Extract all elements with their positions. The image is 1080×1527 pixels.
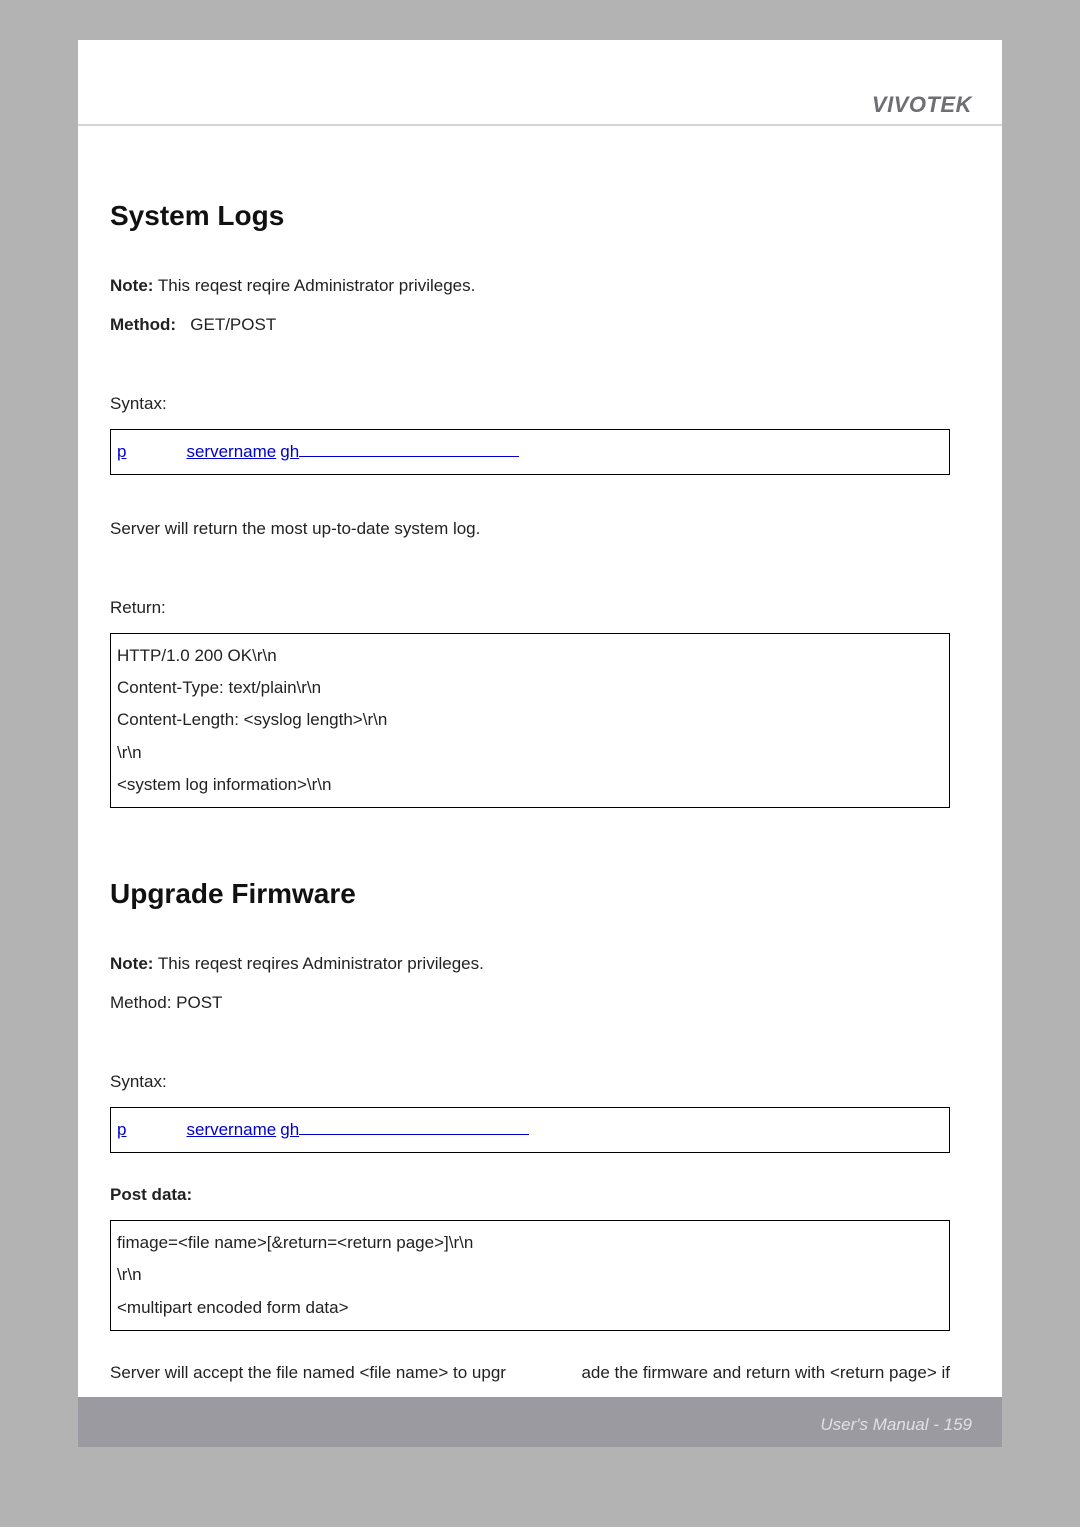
syntax-suffix: gh: [280, 442, 299, 461]
method-label: Method:: [110, 315, 176, 334]
accept-left: Server will accept the file named <file …: [110, 1359, 506, 1388]
postdata-box: fimage=<file name>[&return=<return page>…: [110, 1220, 950, 1331]
note-label: Note:: [110, 276, 153, 295]
postdata-line: <multipart encoded form data>: [117, 1292, 941, 1324]
note-line-2: Note: This reqest reqires Administrator …: [110, 950, 970, 979]
return-desc: Server will return the most up-to-date s…: [110, 515, 970, 544]
footer-text: User's Manual - 159: [820, 1415, 972, 1435]
syntax-underline: [299, 441, 519, 456]
footer-bar: User's Manual - 159: [78, 1397, 1002, 1447]
return-box: HTTP/1.0 200 OK\r\n Content-Type: text/p…: [110, 633, 950, 808]
note-line-1: Note: This reqest reqire Administrator p…: [110, 272, 970, 301]
syntax-label-1: Syntax:: [110, 390, 970, 419]
return-line: HTTP/1.0 200 OK\r\n: [117, 640, 941, 672]
postdata-line: \r\n: [117, 1259, 941, 1291]
return-line: \r\n: [117, 737, 941, 769]
accept-right: ade the firmware and return with <return…: [581, 1359, 950, 1388]
note-text-2: This reqest reqires Administrator privil…: [158, 954, 484, 973]
note-label-2: Note:: [110, 954, 153, 973]
postdata-label: Post data:: [110, 1181, 970, 1210]
header-bar: VIVOTEK: [78, 82, 1002, 126]
syntax-link-2[interactable]: p servernamegh: [117, 1120, 529, 1139]
syntax-underline-2: [299, 1120, 529, 1135]
syntax-suffix-2: gh: [280, 1120, 299, 1139]
syntax-prefix-2: p: [117, 1120, 126, 1139]
syntax-label-2: Syntax:: [110, 1068, 970, 1097]
method-value: GET/POST: [190, 315, 276, 334]
return-line: Content-Length: <syslog length>\r\n: [117, 704, 941, 736]
syntax-prefix: p: [117, 442, 126, 461]
accept-line-1: Server will accept the file named <file …: [110, 1359, 950, 1388]
return-line: <system log information>\r\n: [117, 769, 941, 801]
method-line-1: Method: GET/POST: [110, 311, 970, 340]
return-label: Return:: [110, 594, 970, 623]
syntax-link-1[interactable]: p servernamegh: [117, 442, 519, 461]
syntax-box-1: p servernamegh: [110, 429, 950, 475]
syntax-box-2: p servernamegh: [110, 1107, 950, 1153]
method-line-2: Method: POST: [110, 989, 970, 1018]
syntax-server-2: servername: [186, 1120, 276, 1139]
postdata-line: fimage=<file name>[&return=<return page>…: [117, 1227, 941, 1259]
note-text: This reqest reqire Administrator privile…: [158, 276, 475, 295]
page-content: System Logs Note: This reqest reqire Adm…: [110, 200, 970, 1437]
syntax-server: servername: [186, 442, 276, 461]
brand-label: VIVOTEK: [872, 92, 972, 118]
heading-system-logs: System Logs: [110, 200, 970, 232]
heading-upgrade-firmware: Upgrade Firmware: [110, 878, 970, 910]
return-line: Content-Type: text/plain\r\n: [117, 672, 941, 704]
